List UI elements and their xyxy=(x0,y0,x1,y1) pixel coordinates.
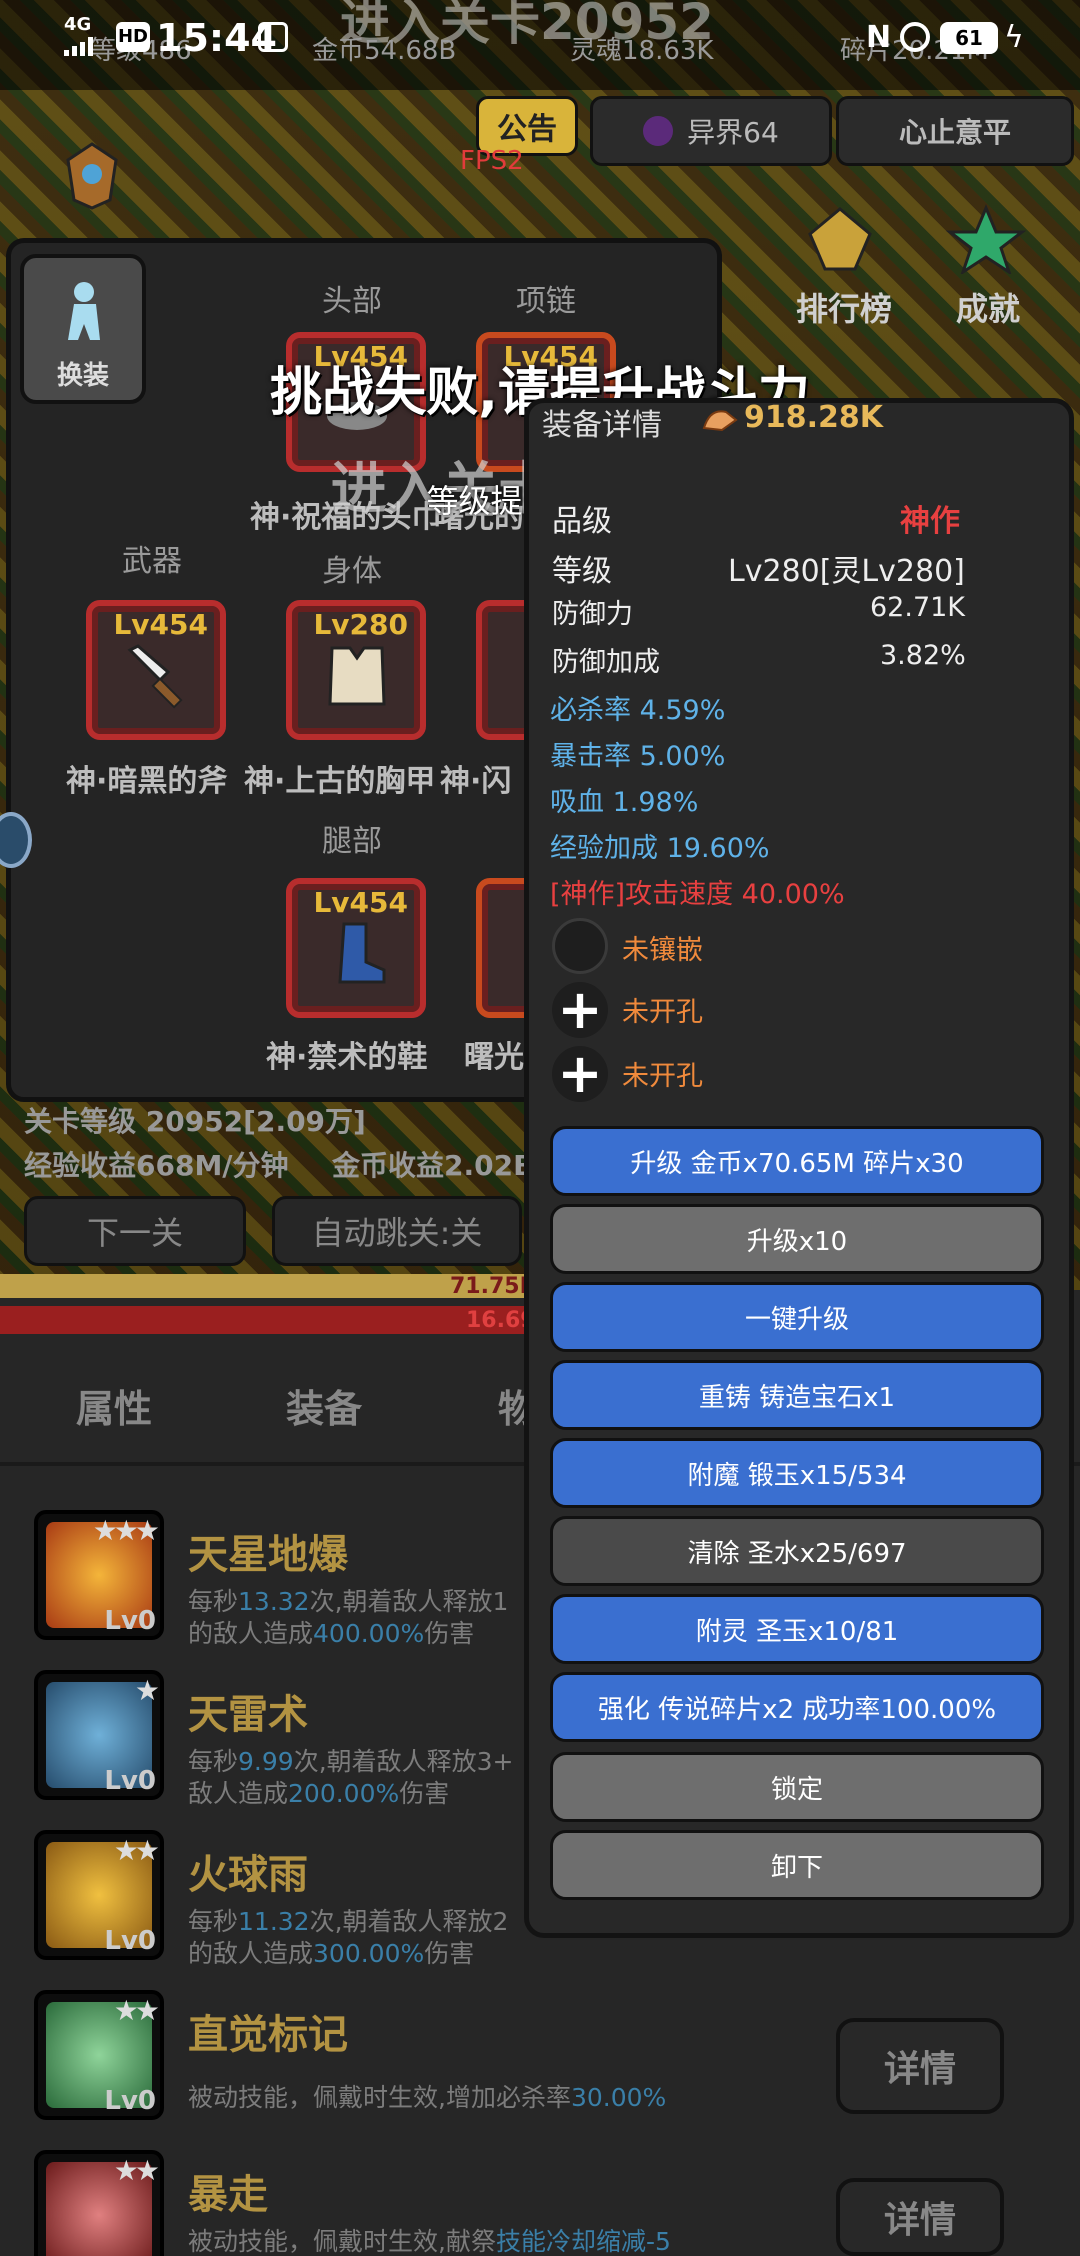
ranking-label[interactable]: 排行榜 xyxy=(796,284,892,330)
open-socket-plus-icon[interactable]: + xyxy=(552,982,608,1038)
skill-name: 直觉标记 xyxy=(188,2012,348,2058)
stage-level: 关卡等级 20952[2.09万] xyxy=(24,1105,366,1138)
equipment-detail-header: 装备详情 xyxy=(542,408,662,443)
fps-counter: FPS2 xyxy=(460,146,524,176)
alarm-icon xyxy=(900,22,930,52)
combat-power-value: 918.28K xyxy=(744,400,884,435)
strengthen-button[interactable]: 强化 传说碎片x2 成功率100.00% xyxy=(550,1672,1044,1742)
gold-income: 金币收益2.02B xyxy=(332,1149,535,1182)
weapon-level: Lv454 xyxy=(113,608,208,641)
auto-skip-toggle[interactable]: 自动跳关:关 xyxy=(272,1196,522,1266)
chestplate-icon xyxy=(328,646,386,706)
level-value: Lv280[灵Lv280] xyxy=(728,554,965,589)
body-slot[interactable]: Lv280 xyxy=(286,600,426,740)
enchant-button[interactable]: 附魔 锻玉x15/534 xyxy=(550,1438,1044,1508)
skill-description: 每秒11.32次,朝着敌人释放2 的敌人造成300.00%伤害 xyxy=(188,1907,509,1968)
ring-item-name: 神·闪 xyxy=(440,764,512,799)
exp-income: 经验收益668M/分钟 xyxy=(24,1149,289,1182)
hp-progress-bar xyxy=(0,1306,530,1334)
open-socket-plus-icon[interactable]: + xyxy=(552,1046,608,1102)
reforge-button[interactable]: 重铸 铸造宝石x1 xyxy=(550,1360,1044,1430)
body-item-name: 神·上古的胸甲 xyxy=(244,764,436,799)
charging-icon: ϟ xyxy=(1004,20,1024,55)
weapon-slot[interactable]: Lv454 xyxy=(86,600,226,740)
power-icon xyxy=(700,404,740,434)
legs-slot[interactable]: Lv454 xyxy=(286,878,426,1018)
lifesteal: 吸血 1.98% xyxy=(550,787,699,818)
clear-button[interactable]: 清除 圣水x25/697 xyxy=(550,1516,1044,1586)
spirit-attach-button[interactable]: 附灵 圣玉x10/81 xyxy=(550,1594,1044,1664)
unequip-button[interactable]: 卸下 xyxy=(550,1830,1044,1900)
socket-status: 未镶嵌 xyxy=(622,935,703,966)
nfc-icon: N xyxy=(866,20,892,55)
skill-name: 火球雨 xyxy=(188,1852,308,1898)
skill-description: 被动技能，佩戴时生效,献祭技能冷却缩减-5 xyxy=(188,2227,671,2256)
skill-description: 每秒13.32次,朝着敌人释放1 的敌人造成400.00%伤害 xyxy=(188,1587,509,1648)
weapon-slot-label: 武器 xyxy=(122,544,182,579)
one-click-upgrade-button[interactable]: 一键升级 xyxy=(550,1282,1044,1352)
exp-bonus: 经验加成 19.60% xyxy=(550,833,770,864)
skill-description: 被动技能，佩戴时生效,增加必杀率30.00% xyxy=(188,2083,667,2112)
skill-icon-thunder[interactable]: ★ Lv0 xyxy=(34,1670,164,1800)
gem-socket[interactable] xyxy=(552,918,608,974)
app-notification-icon xyxy=(258,22,288,52)
network-indicator: 4G xyxy=(64,14,92,35)
achievement-label[interactable]: 成就 xyxy=(956,284,1020,330)
crit-rate: 暴击率 5.00% xyxy=(550,741,726,772)
upgrade-x10-button[interactable]: 升级x10 xyxy=(550,1204,1044,1274)
necklace-slot-label: 项链 xyxy=(516,284,576,319)
skill-icon-rampage[interactable]: ★★ xyxy=(34,2150,164,2256)
skill-icon-intuition-mark[interactable]: ★★ Lv0 xyxy=(34,1990,164,2120)
character-icon xyxy=(68,282,100,340)
body-level: Lv280 xyxy=(313,608,408,641)
signal-icon xyxy=(64,36,98,56)
portal-icon xyxy=(643,116,674,146)
legs-slot-label: 腿部 xyxy=(322,824,382,859)
upgrade-button[interactable]: 升级 金币x70.65M 碎片x30 xyxy=(550,1126,1044,1196)
special-attack-speed: [神作]攻击速度 40.00% xyxy=(550,879,845,910)
skill-name: 天雷术 xyxy=(188,1692,308,1738)
right-accessory-name: 曙光 xyxy=(464,1040,524,1075)
tab-equipment[interactable]: 装备 xyxy=(286,1378,362,1433)
defense-label: 防御力 xyxy=(552,599,633,630)
grade-label: 品级 xyxy=(552,504,612,539)
weapon-item-name: 神·暗黑的斧 xyxy=(66,764,228,799)
hd-badge: HD xyxy=(116,22,150,52)
boot-icon xyxy=(338,922,386,984)
skill-name: 暴走 xyxy=(188,2172,268,2218)
skill-icon-star-burst[interactable]: ★★★ Lv0 xyxy=(34,1510,164,1640)
body-slot-label: 身体 xyxy=(322,554,382,589)
grade-value: 神作 xyxy=(900,504,960,539)
skill-detail-button[interactable]: 详情 xyxy=(836,2178,1004,2256)
lock-button[interactable]: 锁定 xyxy=(550,1752,1044,1822)
skill-name: 天星地爆 xyxy=(188,1532,348,1578)
defense-value: 62.71K xyxy=(870,592,966,623)
level-label: 等级 xyxy=(552,554,612,589)
mindset-button[interactable]: 心止意平 xyxy=(836,96,1074,166)
crit-kill-rate: 必杀率 4.59% xyxy=(550,695,726,726)
defense-bonus-label: 防御加成 xyxy=(552,647,660,678)
guild-emblem-icon[interactable] xyxy=(62,140,122,210)
ranking-icon[interactable] xyxy=(800,204,880,274)
achievement-icon[interactable] xyxy=(945,204,1027,276)
socket-status: 未开孔 xyxy=(622,997,703,1028)
socket-status: 未开孔 xyxy=(622,1061,703,1092)
skill-icon-fireball[interactable]: ★★ Lv0 xyxy=(34,1830,164,1960)
otherworld-button[interactable]: 异界64 xyxy=(590,96,832,166)
next-stage-button[interactable]: 下一关 xyxy=(24,1196,246,1266)
defense-bonus-value: 3.82% xyxy=(880,640,966,671)
skill-detail-button[interactable]: 详情 xyxy=(836,2018,1004,2114)
battery-indicator: 61 xyxy=(940,22,998,54)
skill-description: 每秒9.99次,朝着敌人释放3+ 敌人造成200.00%伤害 xyxy=(188,1747,514,1808)
tab-attributes[interactable]: 属性 xyxy=(76,1378,152,1433)
axe-icon xyxy=(127,644,183,709)
system-status-bar: 4G HD 15:44 N 61 ϟ xyxy=(0,0,1080,80)
otherworld-label: 异界64 xyxy=(687,116,779,149)
legs-item-name: 神·禁术的鞋 xyxy=(266,1040,428,1075)
legs-level: Lv454 xyxy=(313,886,408,919)
head-slot-label: 头部 xyxy=(322,284,382,319)
